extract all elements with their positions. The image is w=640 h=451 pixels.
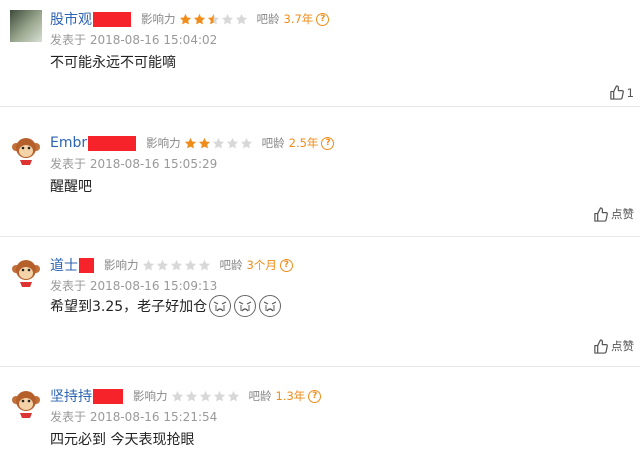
like-button[interactable]: 1 bbox=[609, 85, 634, 100]
like-button[interactable]: 点赞 bbox=[593, 338, 634, 354]
username-link[interactable]: Embr bbox=[50, 135, 87, 151]
bar-age-label: 吧龄 bbox=[261, 136, 285, 150]
influence-stars bbox=[184, 137, 254, 150]
influence-stars bbox=[171, 390, 241, 403]
redaction-block bbox=[93, 11, 131, 27]
comment-header: 股市观 影响力 吧龄 3.7年 ? bbox=[50, 8, 330, 30]
thumbs-up-icon bbox=[594, 206, 608, 222]
post-date: 发表于 2018-08-16 15:04:02 bbox=[50, 33, 218, 47]
comment-item: 股市观 影响力 吧龄 3.7年 ? 发表于 2018-08-16 15:04:0… bbox=[0, 8, 640, 108]
crying-face-icon bbox=[234, 295, 257, 317]
comment-header: 道士 影响力 吧龄 3个月 ? bbox=[50, 254, 293, 276]
star-icon bbox=[171, 390, 183, 401]
comment-item: 坚持持 影响力 吧龄 1.3年 ? 发表于 2018-08-16 15:21:5… bbox=[0, 385, 640, 451]
username-link[interactable]: 股市观 bbox=[50, 9, 92, 29]
star-icon bbox=[142, 259, 154, 270]
star-icon bbox=[235, 13, 247, 24]
star-icon bbox=[184, 259, 196, 270]
comment-text: 醒醒吧 bbox=[50, 179, 92, 195]
monkey-avatar[interactable] bbox=[10, 134, 42, 166]
star-icon bbox=[193, 13, 205, 24]
divider bbox=[0, 106, 640, 107]
like-label: 点赞 bbox=[611, 339, 634, 353]
help-icon[interactable]: ? bbox=[279, 258, 293, 272]
influence-label: 影响力 bbox=[104, 258, 139, 272]
bar-age-value: 2.5年 bbox=[288, 136, 319, 150]
influence-label: 影响力 bbox=[133, 389, 168, 403]
divider bbox=[0, 366, 640, 367]
bar-age-value: 3个月 bbox=[246, 258, 277, 272]
thumbs-up-icon bbox=[594, 338, 608, 354]
comment-text: 四元必到 今天表现抢眼 bbox=[50, 432, 195, 448]
bar-age-value: 3.7年 bbox=[283, 12, 314, 26]
star-icon bbox=[185, 390, 197, 401]
influence-label: 影响力 bbox=[146, 136, 181, 150]
star-icon bbox=[170, 259, 182, 270]
divider bbox=[0, 236, 640, 237]
star-icon bbox=[198, 259, 210, 270]
redaction-block bbox=[93, 388, 123, 404]
star-icon bbox=[227, 390, 239, 401]
influence-stars bbox=[179, 13, 249, 26]
bar-age-label: 吧龄 bbox=[219, 258, 243, 272]
comment-text-body: 希望到3.25，老子好加仓 bbox=[50, 299, 208, 315]
star-icon bbox=[179, 13, 191, 24]
help-icon[interactable]: ? bbox=[316, 12, 330, 26]
star-icon bbox=[156, 259, 168, 270]
star-icon bbox=[207, 13, 219, 24]
comment-item: Embr 影响力 吧龄 2.5年 ? 发表于 2018-08-16 15:05:… bbox=[0, 132, 640, 232]
post-date: 发表于 2018-08-16 15:09:13 bbox=[50, 279, 218, 293]
comment-header: Embr 影响力 吧龄 2.5年 ? bbox=[50, 132, 335, 154]
star-icon bbox=[198, 137, 210, 148]
help-icon[interactable]: ? bbox=[308, 389, 322, 403]
star-icon bbox=[221, 13, 233, 24]
bar-age-value: 1.3年 bbox=[275, 389, 306, 403]
star-icon bbox=[213, 390, 225, 401]
crying-face-icon bbox=[259, 295, 282, 317]
thumbs-up-icon bbox=[609, 85, 624, 100]
crying-face-icon bbox=[209, 295, 232, 317]
user-avatar[interactable] bbox=[10, 10, 42, 42]
username-link[interactable]: 道士 bbox=[50, 255, 78, 275]
star-icon bbox=[240, 137, 252, 148]
help-icon[interactable]: ? bbox=[321, 136, 335, 150]
comment-text: 不可能永远不可能嘀 bbox=[50, 55, 176, 71]
monkey-icon bbox=[12, 260, 40, 287]
like-label: 点赞 bbox=[611, 207, 634, 221]
like-button[interactable]: 点赞 bbox=[593, 206, 634, 222]
star-icon bbox=[199, 390, 211, 401]
monkey-avatar[interactable] bbox=[10, 387, 42, 419]
monkey-icon bbox=[12, 138, 40, 165]
monkey-avatar[interactable] bbox=[10, 256, 42, 288]
comment-text: 希望到3.25，老子好加仓 bbox=[50, 294, 282, 318]
influence-label: 影响力 bbox=[141, 12, 176, 26]
comment-header: 坚持持 影响力 吧龄 1.3年 ? bbox=[50, 385, 322, 407]
like-count: 1 bbox=[626, 85, 634, 100]
monkey-icon bbox=[12, 391, 40, 418]
redaction-block bbox=[88, 135, 137, 151]
redaction-block bbox=[79, 257, 94, 273]
post-date: 发表于 2018-08-16 15:21:54 bbox=[50, 410, 218, 424]
star-icon bbox=[184, 137, 196, 148]
post-date: 发表于 2018-08-16 15:05:29 bbox=[50, 157, 218, 171]
star-icon bbox=[226, 137, 238, 148]
bar-age-label: 吧龄 bbox=[248, 389, 272, 403]
username-link[interactable]: 坚持持 bbox=[50, 386, 92, 406]
influence-stars bbox=[142, 259, 212, 272]
comment-item: 道士 影响力 吧龄 3个月 ? 发表于 2018-08-16 15:09:13 … bbox=[0, 254, 640, 364]
star-icon bbox=[212, 137, 224, 148]
bar-age-label: 吧龄 bbox=[256, 12, 280, 26]
